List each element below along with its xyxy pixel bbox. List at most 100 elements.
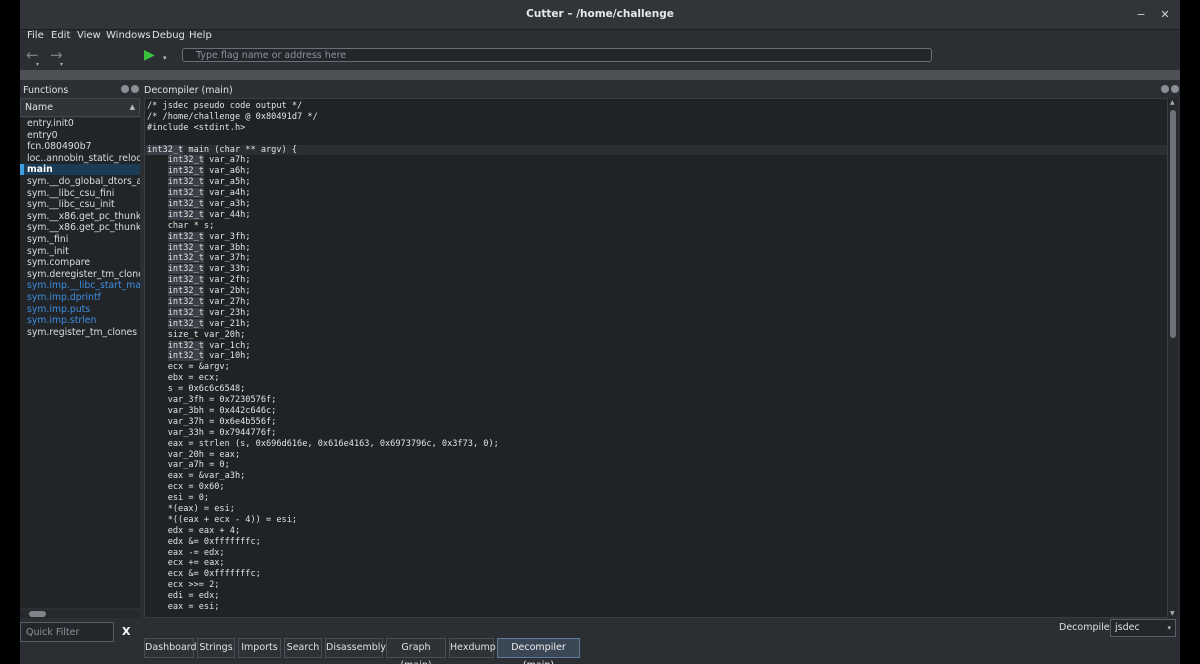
code-text: var_3fh;	[203, 231, 251, 242]
function-list-item[interactable]: sym.__do_global_dtors_aux	[20, 176, 140, 187]
float-icon[interactable]	[121, 85, 129, 93]
type-token-highlight: int32_t	[167, 155, 204, 166]
menu-windows[interactable]: Windows	[106, 30, 151, 41]
tab-imports[interactable]: Imports	[238, 638, 281, 658]
scrollbar-thumb[interactable]	[29, 611, 46, 617]
code-line: edi = edx;	[147, 591, 220, 602]
play-dropdown-icon[interactable]: ▾	[163, 51, 167, 66]
tab-hexdump[interactable]: Hexdump	[449, 638, 496, 658]
code-view[interactable]: /* jsdec pseudo code output *//* /home/c…	[144, 98, 1168, 618]
function-list-item[interactable]: sym.__libc_csu_fini	[20, 188, 140, 199]
code-text: main (char ** argv) {	[183, 144, 298, 155]
close-panel-icon[interactable]	[1171, 85, 1179, 93]
scrollbar-thumb[interactable]	[1170, 110, 1176, 338]
function-list-item[interactable]: entry0	[20, 130, 140, 141]
code-text: var_21h;	[203, 318, 251, 329]
tab-decompiler[interactable]: Decompiler (main)	[497, 638, 580, 664]
menu-edit[interactable]: Edit	[51, 30, 70, 41]
tab-strings[interactable]: Strings	[197, 638, 235, 658]
float-icon[interactable]	[1161, 85, 1169, 93]
function-list-item[interactable]: sym.__x86.get_pc_thunk.bx	[20, 222, 140, 233]
decompiler-panel-title: Decompiler (main)	[144, 85, 233, 96]
code-line: int32_t var_21h;	[145, 318, 1167, 330]
function-list-item[interactable]: sym.imp.__libc_start_main	[20, 280, 140, 291]
code-line: eax -= edx;	[147, 547, 225, 558]
quick-filter-input[interactable]	[20, 622, 114, 642]
code-line: char * s;	[147, 220, 215, 231]
code-line: esi = 0;	[147, 493, 210, 504]
type-token-highlight: int32_t	[167, 340, 204, 351]
minimize-icon[interactable]: −	[1134, 8, 1148, 22]
code-line: edx = eax + 4;	[147, 525, 241, 536]
function-list-item[interactable]: entry.init0	[20, 118, 140, 129]
function-list-item[interactable]: sym.imp.dprintf	[20, 292, 140, 303]
code-line: var_37h = 0x6e4b556f;	[147, 416, 277, 427]
horizontal-scrollbar[interactable]	[20, 610, 140, 618]
tab-graph[interactable]: Graph (main)	[386, 638, 446, 664]
menu-view[interactable]: View	[77, 30, 101, 41]
function-list-item[interactable]: sym.deregister_tm_clones	[20, 269, 140, 280]
clear-filter-button[interactable]: X	[122, 625, 130, 638]
function-list-item[interactable]: loc..annobin_static_reloc.c	[20, 153, 140, 164]
vertical-scrollbar[interactable]: ▲ ▼	[1168, 98, 1178, 618]
code-line: /* jsdec pseudo code output */	[147, 101, 303, 111]
code-text: var_2fh;	[203, 275, 251, 286]
code-text: var_23h;	[203, 307, 251, 318]
code-text: var_a6h;	[203, 166, 251, 177]
type-token-highlight: int32_t	[167, 166, 204, 177]
tab-disassembly[interactable]: Disassembly	[325, 638, 386, 658]
close-icon[interactable]: ✕	[1158, 8, 1172, 22]
tab-dashboard[interactable]: Dashboard	[144, 638, 197, 658]
type-token-highlight: int32_t	[167, 188, 204, 199]
decompiler-panel: Decompiler (main) /* jsdec pseudo code o…	[142, 82, 1180, 634]
function-list-item[interactable]: sym.imp.strlen	[20, 315, 140, 326]
decompiler-selector-label: Decompiler:	[1059, 622, 1117, 633]
function-list-item[interactable]: main	[20, 164, 140, 176]
function-list-item[interactable]: sym.__libc_csu_init	[20, 199, 140, 210]
close-panel-icon[interactable]	[131, 85, 139, 93]
functions-panel-title: Functions	[23, 85, 69, 96]
scroll-down-icon[interactable]: ▼	[1170, 610, 1175, 617]
play-icon[interactable]: ▶	[144, 48, 155, 63]
menu-help[interactable]: Help	[189, 30, 212, 41]
function-list-item[interactable]: sym.compare	[20, 257, 140, 268]
functions-column-header[interactable]: Name ▲	[20, 98, 140, 117]
address-input[interactable]	[182, 48, 932, 62]
main-toolbar: ← ▾ → ▾ ▶ ▾	[20, 44, 1180, 68]
code-line: int32_t var_a4h;	[145, 188, 1167, 199]
function-list-item[interactable]: fcn.080490b7	[20, 141, 140, 152]
code-line: int32_t var_2bh;	[145, 286, 1167, 297]
code-line: int32_t var_2fh;	[145, 275, 1167, 286]
function-list-item[interactable]: sym.register_tm_clones	[20, 327, 140, 338]
code-line: int32_t var_a7h;	[145, 155, 1167, 166]
function-list-item[interactable]: sym.imp.puts	[20, 304, 140, 315]
function-list-item[interactable]: sym.__x86.get_pc_thunk.bp	[20, 211, 140, 222]
type-token-highlight: int32_t	[167, 318, 204, 329]
sort-ascending-icon[interactable]: ▲	[130, 103, 135, 111]
function-list-item[interactable]: sym._fini	[20, 234, 140, 245]
code-line: eax = &var_a3h;	[147, 471, 246, 482]
function-list-item[interactable]: sym._init	[20, 246, 140, 257]
menu-file[interactable]: File	[27, 30, 44, 41]
code-text: var_a7h;	[203, 155, 251, 166]
type-token-highlight: int32_t	[167, 286, 204, 297]
code-text: var_44h;	[203, 209, 251, 220]
chevron-down-icon: ▾	[1167, 624, 1171, 632]
type-token-highlight: int32_t	[167, 242, 204, 253]
code-text: var_3bh;	[203, 242, 251, 253]
menu-debug[interactable]: Debug	[152, 30, 185, 41]
tab-search[interactable]: Search	[284, 638, 322, 658]
scroll-up-icon[interactable]: ▲	[1170, 99, 1175, 106]
decompiler-select[interactable]: jsdec ▾	[1110, 619, 1176, 637]
